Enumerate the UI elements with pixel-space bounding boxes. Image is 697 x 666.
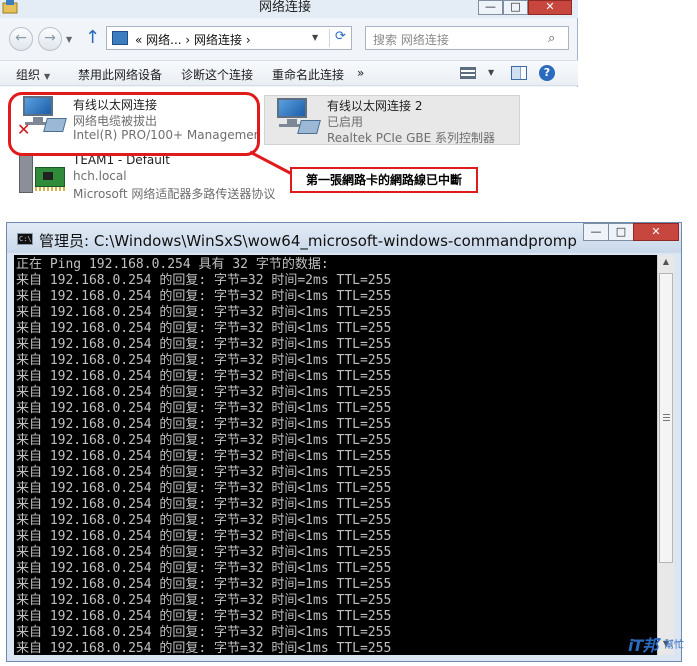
console-line: 来自 192.168.0.254 的回复: 字节=32 时间=1ms TTL=2… (16, 577, 392, 592)
rename-connection-button[interactable]: 重命名此连接 (272, 66, 344, 83)
console-line: 来自 192.168.0.254 的回复: 字节=32 时间<1ms TTL=2… (16, 417, 392, 432)
forward-button[interactable]: → (38, 27, 62, 51)
vertical-scrollbar[interactable]: ▲ ▼ (657, 255, 674, 655)
network-card-icon (17, 153, 67, 197)
more-commands-button[interactable]: » (357, 66, 364, 80)
change-view-icon[interactable] (460, 67, 476, 79)
maximize-button[interactable]: □ (503, 0, 528, 15)
connection-device: Microsoft 网络适配器多路传送器协议 (73, 187, 276, 201)
chevron-down-icon: ▼ (44, 72, 51, 81)
scroll-up-icon[interactable]: ▲ (658, 257, 674, 271)
cmd-icon: C:\ (17, 233, 33, 245)
console-line: 来自 192.168.0.254 的回复: 字节=32 时间<1ms TTL=2… (16, 609, 392, 624)
console-line: 来自 192.168.0.254 的回复: 字节=32 时间<1ms TTL=2… (16, 545, 392, 560)
watermark-tagline: 幫忙 (664, 640, 684, 651)
cmd-minimize-button[interactable]: — (583, 223, 609, 241)
cmd-maximize-button[interactable]: □ (608, 223, 634, 241)
annotation-arrow (249, 150, 293, 176)
console-line: 来自 192.168.0.254 的回复: 字节=32 时间<1ms TTL=2… (16, 433, 392, 448)
disable-device-button[interactable]: 禁用此网络设备 (78, 66, 162, 83)
minimize-button[interactable]: — (478, 0, 503, 15)
command-prompt-window: C:\ 管理员: C:\Windows\WinSxS\wow64_microso… (6, 222, 682, 662)
recent-pages-dropdown-icon[interactable]: ▼ (66, 35, 72, 44)
console-line: 来自 192.168.0.254 的回复: 字节=32 时间<1ms TTL=2… (16, 497, 392, 512)
command-toolbar: 组织 ▼ 禁用此网络设备 诊断这个连接 重命名此连接 » ▼ ? (0, 60, 578, 86)
navigation-bar: ← → ▼ ↑ « 网络... › 网络连接 › ▼ ⟳ 搜索 网络连接 ⌕ (0, 22, 578, 54)
back-button[interactable]: ← (9, 27, 33, 51)
screenshot-root: 网络连接 — □ ✕ ← → ▼ ↑ « 网络... › 网络连接 › ▼ ⟳ … (0, 0, 697, 666)
console-line: 来自 192.168.0.254 的回复: 字节=32 时间<1ms TTL=2… (16, 353, 392, 368)
cmd-titlebar: C:\ 管理员: C:\Windows\WinSxS\wow64_microso… (7, 223, 681, 253)
cmd-title: 管理员: C:\Windows\WinSxS\wow64_microsoft-w… (39, 232, 577, 250)
console-line: 来自 192.168.0.254 的回复: 字节=32 时间<1ms TTL=2… (16, 449, 392, 464)
address-path[interactable]: « 网络... › 网络连接 › (135, 31, 251, 48)
connection-item-ethernet-2[interactable]: 有线以太网连接 2 已启用 Realtek PCIe GBE 系列控制器 (264, 95, 520, 145)
explorer-titlebar: 网络连接 — □ ✕ (0, 0, 578, 18)
view-dropdown-icon[interactable]: ▼ (488, 68, 494, 77)
refresh-button[interactable]: ⟳ (329, 29, 351, 47)
cmd-close-button[interactable]: ✕ (633, 223, 679, 241)
console-line: 正在 Ping 192.168.0.254 具有 32 字节的数据: (16, 257, 329, 272)
console-line: 来自 192.168.0.254 的回复: 字节=32 时间<1ms TTL=2… (16, 385, 392, 400)
organize-label: 组织 (16, 68, 41, 82)
organize-menu[interactable]: 组织 ▼ (16, 66, 50, 83)
console-line: 来自 192.168.0.254 的回复: 字节=32 时间<1ms TTL=2… (16, 481, 392, 496)
console-line: 来自 192.168.0.254 的回复: 字节=32 时间<1ms TTL=2… (16, 529, 392, 544)
console-line: 来自 192.168.0.254 的回复: 字节=32 时间<1ms TTL=2… (16, 369, 392, 384)
search-placeholder: 搜索 网络连接 (373, 33, 449, 47)
connection-name: 有线以太网连接 2 (327, 99, 423, 113)
up-one-level-button[interactable]: ↑ (85, 28, 100, 48)
search-icon[interactable]: ⌕ (548, 31, 555, 46)
console-line: 来自 192.168.0.254 的回复: 字节=32 时间<1ms TTL=2… (16, 465, 392, 480)
console-line: 来自 192.168.0.254 的回复: 字节=32 时间<1ms TTL=2… (16, 593, 392, 608)
connection-device: Realtek PCIe GBE 系列控制器 (327, 131, 496, 145)
connection-status: 已启用 (327, 115, 364, 129)
console-output[interactable]: 正在 Ping 192.168.0.254 具有 32 字节的数据: 来自 192… (14, 255, 657, 655)
annotation-callout: 第一張網路卡的網路線已中斷 (290, 167, 478, 193)
control-panel-icon (112, 31, 128, 45)
network-adapter-icon (271, 98, 321, 142)
console-line: 来自 192.168.0.254 的回复: 字节=32 时间<1ms TTL=2… (16, 289, 392, 304)
console-line: 来自 192.168.0.254 的回复: 字节=32 时间<1ms TTL=2… (16, 321, 392, 336)
console-line: 来自 192.168.0.254 的回复: 字节=32 时间=2ms TTL=2… (16, 273, 392, 288)
address-dropdown-icon[interactable]: ▼ (312, 33, 318, 42)
connection-status: hch.local (73, 169, 127, 183)
search-box[interactable]: 搜索 网络连接 ⌕ (365, 26, 569, 50)
diagnose-connection-button[interactable]: 诊断这个连接 (181, 66, 253, 83)
connection-item-team1[interactable]: TEAM1 - Default hch.local Microsoft 网络适配… (17, 153, 275, 203)
preview-pane-icon[interactable] (511, 66, 527, 80)
watermark-logo: iT邦 (628, 636, 658, 655)
console-line: 来自 192.168.0.254 的回复: 字节=32 时间<1ms TTL=2… (16, 401, 392, 416)
highlight-circle (8, 92, 260, 156)
scroll-thumb[interactable] (659, 273, 673, 563)
console-line: 来自 192.168.0.254 的回复: 字节=32 时间<1ms TTL=2… (16, 625, 392, 640)
console-line: 来自 192.168.0.254 的回复: 字节=32 时间<1ms TTL=2… (16, 641, 392, 655)
ithome-watermark: iT邦 幫忙 (628, 632, 690, 660)
close-button[interactable]: ✕ (528, 0, 572, 15)
console-line: 来自 192.168.0.254 的回复: 字节=32 时间<1ms TTL=2… (16, 337, 392, 352)
console-line: 来自 192.168.0.254 的回复: 字节=32 时间<1ms TTL=2… (16, 513, 392, 528)
console-line: 来自 192.168.0.254 的回复: 字节=32 时间<1ms TTL=2… (16, 561, 392, 576)
address-bar[interactable]: « 网络... › 网络连接 › ▼ ⟳ (106, 26, 352, 50)
console-line: 来自 192.168.0.254 的回复: 字节=32 时间<1ms TTL=2… (16, 305, 392, 320)
help-button[interactable]: ? (539, 65, 555, 81)
